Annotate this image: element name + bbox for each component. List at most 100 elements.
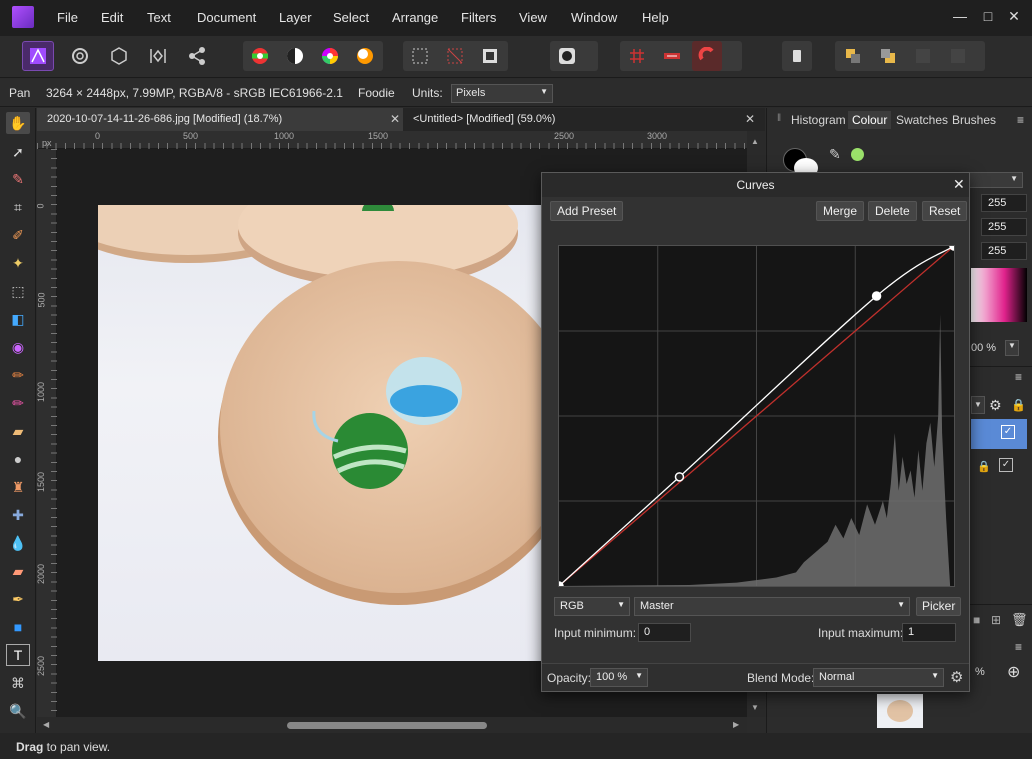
blur-brush-tool-icon[interactable]: 💧: [6, 532, 30, 554]
white-balance-button[interactable]: [350, 41, 380, 71]
mode-select[interactable]: Master ▼: [634, 597, 910, 616]
picked-colour-swatch[interactable]: [851, 148, 864, 161]
layers-settings-gear-icon[interactable]: ⚙: [989, 397, 1002, 414]
move-to-back-button[interactable]: [838, 41, 868, 71]
horizontal-scroll-thumb[interactable]: [287, 722, 487, 729]
snapping-button[interactable]: [692, 41, 722, 71]
color-replacement-tool-icon[interactable]: ✏: [6, 392, 30, 414]
gradient-tool-icon[interactable]: ◉: [6, 336, 30, 358]
ruler-left[interactable]: 0 500 1000 1500 2000 2500: [36, 149, 57, 717]
curves-graph[interactable]: [554, 241, 959, 591]
black-white-button[interactable]: [280, 41, 310, 71]
move-backward-button[interactable]: [873, 41, 903, 71]
menu-window[interactable]: Window: [571, 10, 617, 25]
picker-button[interactable]: Picker: [916, 597, 962, 616]
curve-control-point[interactable]: [674, 472, 685, 482]
units-select[interactable]: Pixels ▼: [451, 84, 553, 103]
export-persona-button[interactable]: [182, 41, 212, 71]
close-window-icon[interactable]: ✕: [1004, 8, 1024, 25]
clone-brush-tool-icon[interactable]: ♜: [6, 476, 30, 498]
invert-selection-button[interactable]: [475, 41, 505, 71]
liquify-persona-button[interactable]: [65, 41, 95, 71]
assistant-button[interactable]: [782, 41, 812, 71]
navigator-thumbnail[interactable]: [877, 694, 923, 728]
curve-control-point[interactable]: [871, 291, 882, 301]
scroll-down-icon[interactable]: ▼: [751, 703, 759, 712]
curves-title[interactable]: Curves: [542, 173, 969, 197]
navigator-zoom-value[interactable]: %: [975, 666, 985, 678]
layer-visibility-checkbox[interactable]: ✓: [1001, 425, 1015, 439]
view-tool-hand-icon[interactable]: ✋: [6, 112, 30, 134]
zoom-in-icon[interactable]: ⊕: [1007, 662, 1020, 682]
inpainting-brush-tool-icon[interactable]: ▰: [6, 560, 30, 582]
affinity-photo-logo-icon[interactable]: [12, 6, 34, 28]
merge-button[interactable]: Merge: [816, 201, 865, 221]
panel-menu-icon[interactable]: ≡: [1013, 111, 1028, 129]
tab-document-2[interactable]: <Untitled> [Modified] (59.0%): [403, 108, 765, 131]
layers-panel-menu-icon[interactable]: ≡: [1015, 370, 1022, 384]
minimize-icon[interactable]: —: [950, 8, 970, 24]
menu-select[interactable]: Select: [333, 10, 369, 25]
add-layer-icon[interactable]: ■: [973, 613, 980, 627]
blue-value-field[interactable]: 255: [981, 242, 1027, 260]
delete-layer-icon[interactable]: 🗑: [1011, 612, 1028, 628]
mesh-warp-tool-icon[interactable]: ⌘: [6, 672, 30, 694]
hsl-button[interactable]: [315, 41, 345, 71]
menu-filters[interactable]: Filters: [461, 10, 496, 25]
menu-document[interactable]: Document: [197, 10, 256, 25]
move-forward-button[interactable]: [908, 41, 938, 71]
quick-mask-button[interactable]: [552, 41, 582, 71]
tab-histogram[interactable]: Histogram: [787, 111, 850, 129]
blend-mode-select[interactable]: Normal ▼: [813, 668, 944, 687]
layers-lock-icon[interactable]: 🔒: [1011, 398, 1026, 412]
menu-file[interactable]: File: [57, 10, 78, 25]
document-info[interactable]: 3264 × 2448px, 7.99MP, RGBA/8 - sRGB IEC…: [46, 86, 343, 100]
dodge-tool-icon[interactable]: ●: [6, 448, 30, 470]
horizontal-scrollbar[interactable]: ◀ ▶: [37, 717, 747, 733]
reset-button[interactable]: Reset: [922, 201, 968, 221]
delete-button[interactable]: Delete: [868, 201, 917, 221]
rectangle-tool-icon[interactable]: ■: [6, 616, 30, 638]
erase-brush-tool-icon[interactable]: ▰: [6, 420, 30, 442]
zoom-tool-icon[interactable]: 🔍: [6, 700, 30, 722]
navigator-panel-menu-icon[interactable]: ≡: [1015, 640, 1022, 654]
panel-grip-icon[interactable]: ‖: [773, 111, 785, 126]
menu-edit[interactable]: Edit: [101, 10, 123, 25]
layer-row-selected[interactable]: ✓: [971, 419, 1027, 449]
tab-swatches[interactable]: Swatches: [892, 111, 952, 129]
levels-button[interactable]: [245, 41, 275, 71]
tab-document-1[interactable]: 2020-10-07-14-11-26-686.jpg [Modified] (…: [37, 108, 403, 131]
blend-settings-gear-icon[interactable]: ⚙: [950, 668, 963, 686]
paint-brush-tool-icon[interactable]: ✏: [6, 364, 30, 386]
force-pixel-alignment-button[interactable]: [657, 41, 687, 71]
layer-2-visibility-checkbox[interactable]: ✓: [999, 458, 1013, 472]
channel-select[interactable]: RGB ▼: [554, 597, 630, 616]
move-to-front-button[interactable]: [943, 41, 973, 71]
move-tool-arrow-icon[interactable]: ➚: [6, 141, 30, 163]
grid-button[interactable]: [622, 41, 652, 71]
healing-brush-tool-icon[interactable]: ✚: [6, 504, 30, 526]
scroll-up-icon[interactable]: ▲: [751, 137, 759, 146]
tone-mapping-persona-button[interactable]: [143, 41, 173, 71]
menu-layer[interactable]: Layer: [279, 10, 312, 25]
menu-view[interactable]: View: [519, 10, 547, 25]
colour-opacity-chevron-icon[interactable]: ▼: [1005, 340, 1019, 356]
curves-dialog[interactable]: Curves ✕ Add Preset Merge Delete Reset R…: [541, 172, 970, 692]
close-dialog-icon[interactable]: ✕: [953, 176, 965, 193]
green-value-field[interactable]: 255: [981, 218, 1027, 236]
color-picker-tool-icon[interactable]: ✎: [6, 168, 30, 190]
colour-picker-icon[interactable]: ✎: [829, 146, 841, 163]
red-value-field[interactable]: 255: [981, 194, 1027, 212]
menu-arrange[interactable]: Arrange: [392, 10, 438, 25]
tab-colour[interactable]: Colour: [848, 111, 892, 129]
studio-preset[interactable]: Foodie: [358, 86, 395, 100]
close-tab-1-icon[interactable]: ✕: [390, 112, 400, 126]
menu-text[interactable]: Text: [147, 10, 171, 25]
scroll-right-icon[interactable]: ▶: [733, 720, 739, 729]
deselect-button[interactable]: [440, 41, 470, 71]
develop-persona-button[interactable]: [104, 41, 134, 71]
photo-persona-button[interactable]: [22, 41, 54, 71]
crop-tool-icon[interactable]: ⌗: [6, 196, 30, 218]
opacity-select[interactable]: 100 % ▼: [590, 668, 648, 687]
input-minimum-field[interactable]: 0: [638, 623, 691, 642]
